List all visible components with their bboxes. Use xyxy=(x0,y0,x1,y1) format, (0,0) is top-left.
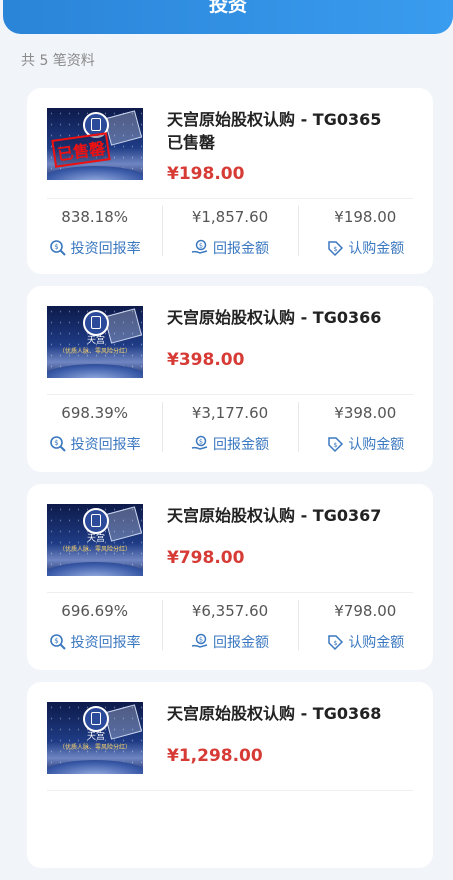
stat-purchase: ¥198.00 $ 认购金额 xyxy=(297,198,433,264)
svg-text:$: $ xyxy=(334,245,338,253)
stat-rate: 696.69% $ 投资回报率 xyxy=(27,592,162,658)
stat-rate: 838.18% $ 投资回报率 xyxy=(27,198,162,264)
svg-text:$: $ xyxy=(199,438,203,446)
hand-coin-icon: $ xyxy=(191,435,208,450)
investment-card[interactable]: 已售罄 天宫原始股权认购 - TG0365 已售罄 ¥198.00 838.18… xyxy=(27,88,433,274)
search-coin-icon: $ xyxy=(49,634,66,650)
search-coin-icon: $ xyxy=(49,436,66,452)
product-thumbnail: 天宫 （优质人脉、零风险分红） xyxy=(47,306,143,378)
svg-text:$: $ xyxy=(54,637,58,645)
svg-text:$: $ xyxy=(54,243,58,251)
stats-row: 838.18% $ 投资回报率 ¥1,857.60 $ 回报金额 ¥198.00 $… xyxy=(27,198,433,264)
product-title: 天宫原始股权认购 - TG0368 xyxy=(167,704,382,723)
product-price: ¥1,298.00 xyxy=(167,746,263,766)
return-value: ¥3,177.60 xyxy=(191,404,269,422)
hand-coin-icon: $ xyxy=(191,239,208,254)
stat-purchase: ¥798.00 $ 认购金额 xyxy=(297,592,433,658)
product-price: ¥798.00 xyxy=(167,548,245,568)
record-count: 共 5 笔资料 xyxy=(21,53,95,69)
stat-return: ¥3,177.60 $ 回报金额 xyxy=(162,394,297,460)
return-value: ¥1,857.60 xyxy=(191,208,269,226)
return-value: ¥6,357.60 xyxy=(191,602,269,620)
product-thumbnail: 天宫 （优质人脉、零风险分红） xyxy=(47,504,143,576)
stat-return: ¥6,357.60 $ 回报金额 xyxy=(162,592,297,658)
stat-purchase: ¥398.00 $ 认购金额 xyxy=(297,394,433,460)
purchase-value: ¥198.00 xyxy=(334,208,397,226)
search-coin-icon: $ xyxy=(49,240,66,256)
status-badge: 已售罄 xyxy=(167,133,216,152)
svg-text:$: $ xyxy=(334,639,338,647)
top-header: 投资 xyxy=(3,0,453,34)
rate-value: 696.69% xyxy=(61,602,129,620)
product-title: 天宫原始股权认购 - TG0366 xyxy=(167,308,382,327)
product-title: 天宫原始股权认购 - TG0365 已售罄 xyxy=(167,108,417,154)
svg-text:$: $ xyxy=(54,439,58,447)
investment-card[interactable]: 天宫 （优质人脉、零风险分红） 天宫原始股权认购 - TG0368 ¥1,298… xyxy=(27,682,433,868)
product-price: ¥398.00 xyxy=(167,350,245,370)
product-title: 天宫原始股权认购 - TG0367 xyxy=(167,506,382,525)
rate-value: 838.18% xyxy=(61,208,129,226)
purchase-value: ¥398.00 xyxy=(334,404,397,422)
purchase-value: ¥798.00 xyxy=(334,602,397,620)
product-price: ¥198.00 xyxy=(167,164,245,184)
investment-card[interactable]: 天宫 （优质人脉、零风险分红） 天宫原始股权认购 - TG0367 ¥798.0… xyxy=(27,484,433,670)
investment-card[interactable]: 天宫 （优质人脉、零风险分红） 天宫原始股权认购 - TG0366 ¥398.0… xyxy=(27,286,433,472)
stats-row: 696.69% $ 投资回报率 ¥6,357.60 $ 回报金额 ¥798.00 $… xyxy=(27,592,433,658)
price-tag-icon: $ xyxy=(328,437,344,453)
page-title: 投资 xyxy=(208,0,247,16)
hand-coin-icon: $ xyxy=(191,633,208,648)
rate-value: 698.39% xyxy=(61,404,129,422)
svg-text:$: $ xyxy=(199,636,203,644)
product-thumbnail: 已售罄 xyxy=(47,108,143,180)
stat-return: ¥1,857.60 $ 回报金额 xyxy=(162,198,297,264)
stats-row: 698.39% $ 投资回报率 ¥3,177.60 $ 回报金额 ¥398.00 $… xyxy=(27,394,433,460)
svg-text:$: $ xyxy=(199,242,203,250)
price-tag-icon: $ xyxy=(328,241,344,257)
svg-text:$: $ xyxy=(334,441,338,449)
product-thumbnail: 天宫 （优质人脉、零风险分红） xyxy=(47,702,143,774)
stat-rate: 698.39% $ 投资回报率 xyxy=(27,394,162,460)
price-tag-icon: $ xyxy=(328,635,344,651)
investment-list: 已售罄 天宫原始股权认购 - TG0365 已售罄 ¥198.00 838.18… xyxy=(27,88,433,880)
